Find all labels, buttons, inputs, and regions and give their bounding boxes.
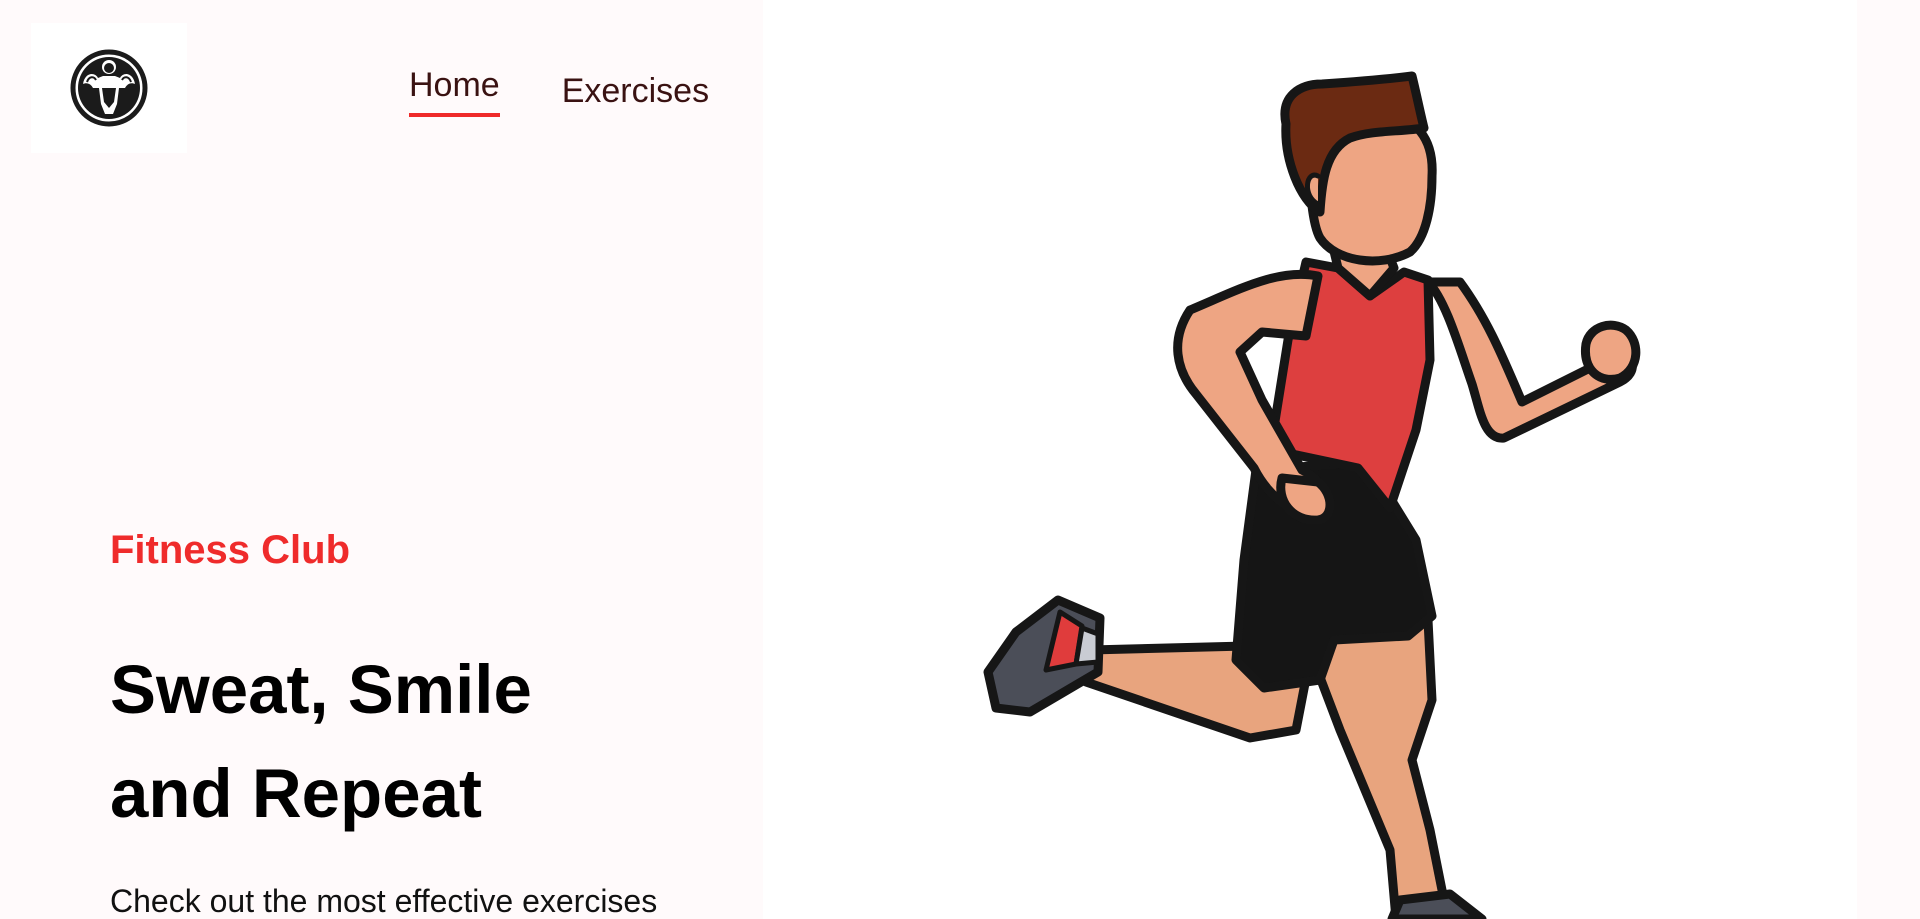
bodybuilder-logo-icon <box>70 49 148 127</box>
page: Home Exercises Fitness Club Sweat, Smile… <box>0 0 1920 919</box>
site-logo[interactable] <box>31 23 187 153</box>
hero-headline: Sweat, Smile and Repeat <box>110 638 730 846</box>
hero-subtext: Check out the most effective exercises <box>110 883 658 919</box>
hero-image <box>763 0 1857 919</box>
main-nav: Home Exercises <box>409 66 709 117</box>
headline-line-2: and Repeat <box>110 755 482 832</box>
nav-link-exercises[interactable]: Exercises <box>562 72 709 111</box>
nav-link-home[interactable]: Home <box>409 66 500 117</box>
page-margin-right <box>1857 0 1920 919</box>
headline-line-1: Sweat, Smile <box>110 651 532 728</box>
running-man-illustration <box>983 71 1641 919</box>
brand-label: Fitness Club <box>110 528 351 572</box>
